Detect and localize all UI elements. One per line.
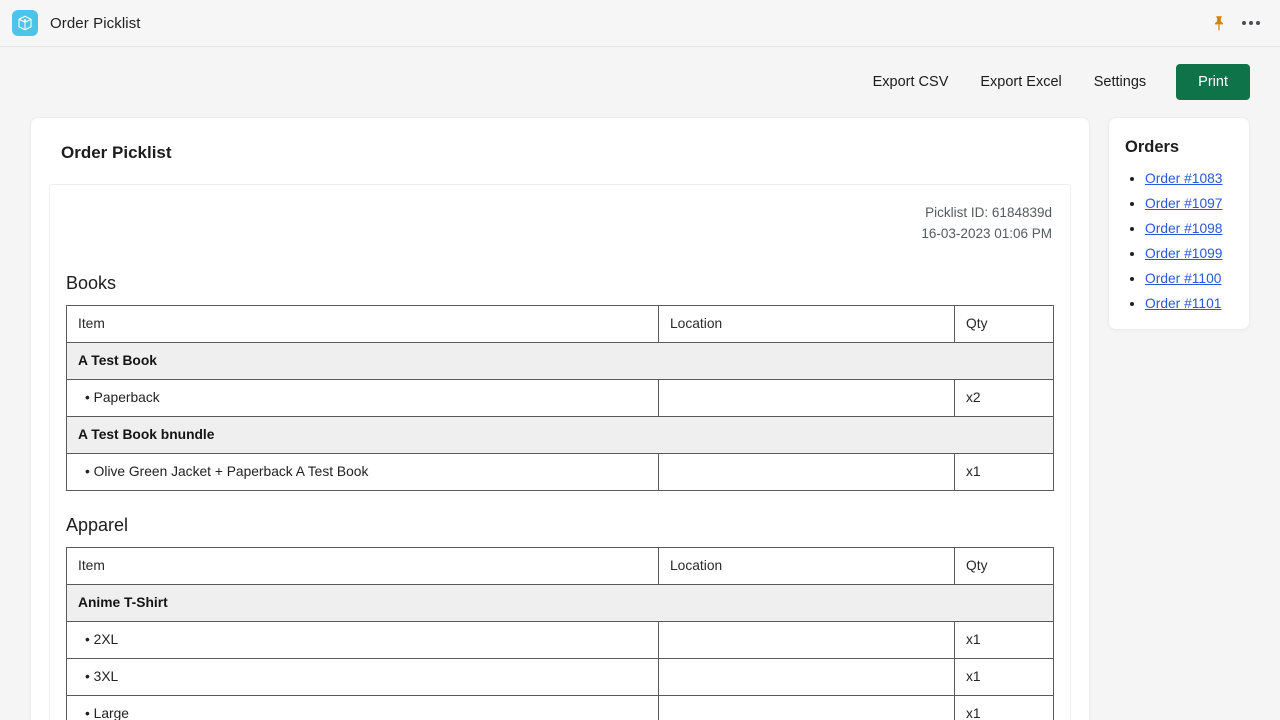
variant-qty: x1 <box>955 658 1054 695</box>
table-row: • Paperback x2 <box>67 379 1054 416</box>
more-options-icon[interactable] <box>1236 10 1266 36</box>
column-header-item: Item <box>67 305 659 342</box>
order-link[interactable]: Order #1099 <box>1145 246 1222 261</box>
list-item: Order #1101 <box>1145 296 1235 311</box>
orders-list: Order #1083 Order #1097 Order #1098 Order #… <box>1123 171 1235 311</box>
product-group-row: A Test Book bnundle <box>67 416 1054 453</box>
list-item: Order #1097 <box>1145 196 1235 211</box>
orders-panel: Orders Order #1083 Order #1097 Order #1098… <box>1108 117 1250 330</box>
variant-qty: x2 <box>955 379 1054 416</box>
variant-name: • Olive Green Jacket + Paperback A Test … <box>67 453 659 490</box>
export-csv-button[interactable]: Export CSV <box>857 66 965 98</box>
variant-location <box>659 379 955 416</box>
picklist-meta: Picklist ID: 6184839d 16-03-2023 01:06 P… <box>66 203 1054 245</box>
picklist-sections: BooksItemLocationQtyA Test Book• Paperba… <box>66 273 1054 720</box>
product-name: Anime T-Shirt <box>67 584 1054 621</box>
order-link[interactable]: Order #1097 <box>1145 196 1222 211</box>
page-title: Order Picklist <box>49 140 1071 163</box>
order-link[interactable]: Order #1101 <box>1145 296 1221 311</box>
page-content: Order Picklist Picklist ID: 6184839d 16-… <box>0 117 1280 720</box>
dot-1 <box>1242 21 1246 25</box>
dot-3 <box>1256 21 1260 25</box>
product-group-row: Anime T-Shirt <box>67 584 1054 621</box>
dot-2 <box>1249 21 1253 25</box>
title-bar: Order Picklist <box>0 0 1280 47</box>
picklist-panel: Picklist ID: 6184839d 16-03-2023 01:06 P… <box>49 184 1071 720</box>
table-row: • 2XL x1 <box>67 621 1054 658</box>
pin-icon[interactable] <box>1206 10 1232 36</box>
column-header-qty: Qty <box>955 305 1054 342</box>
orders-title: Orders <box>1123 138 1235 157</box>
column-header-location: Location <box>659 305 955 342</box>
list-item: Order #1083 <box>1145 171 1235 186</box>
product-name: A Test Book <box>67 342 1054 379</box>
app-title: Order Picklist <box>50 15 141 32</box>
section-title: Apparel <box>66 515 1054 536</box>
product-group-row: A Test Book <box>67 342 1054 379</box>
variant-name: • Large <box>67 695 659 720</box>
column-header-item: Item <box>67 547 659 584</box>
table-row: • Olive Green Jacket + Paperback A Test … <box>67 453 1054 490</box>
section-title: Books <box>66 273 1054 294</box>
export-excel-button[interactable]: Export Excel <box>964 66 1077 98</box>
variant-location <box>659 695 955 720</box>
table-row: • Large x1 <box>67 695 1054 720</box>
order-link[interactable]: Order #1100 <box>1145 271 1221 286</box>
picklist-table: ItemLocationQtyA Test Book• Paperback x2A… <box>66 305 1054 491</box>
variant-name: • 3XL <box>67 658 659 695</box>
variant-qty: x1 <box>955 621 1054 658</box>
variant-location <box>659 621 955 658</box>
settings-button[interactable]: Settings <box>1078 66 1162 98</box>
table-header-row: ItemLocationQty <box>67 305 1054 342</box>
order-link[interactable]: Order #1083 <box>1145 171 1222 186</box>
box-app-icon <box>12 10 38 36</box>
variant-qty: x1 <box>955 695 1054 720</box>
picklist-timestamp: 16-03-2023 01:06 PM <box>66 224 1052 245</box>
column-header-location: Location <box>659 547 955 584</box>
order-link[interactable]: Order #1098 <box>1145 221 1222 236</box>
variant-location <box>659 658 955 695</box>
list-item: Order #1098 <box>1145 221 1235 236</box>
list-item: Order #1100 <box>1145 271 1235 286</box>
picklist-table: ItemLocationQtyAnime T-Shirt• 2XLx1• 3XL… <box>66 547 1054 720</box>
product-name: A Test Book bnundle <box>67 416 1054 453</box>
variant-location <box>659 453 955 490</box>
action-toolbar: Export CSV Export Excel Settings Print <box>0 47 1280 117</box>
variant-qty: x1 <box>955 453 1054 490</box>
picklist-id: Picklist ID: 6184839d <box>66 203 1052 224</box>
variant-name: • 2XL <box>67 621 659 658</box>
column-header-qty: Qty <box>955 547 1054 584</box>
list-item: Order #1099 <box>1145 246 1235 261</box>
table-row: • 3XL x1 <box>67 658 1054 695</box>
variant-name: • Paperback <box>67 379 659 416</box>
print-button[interactable]: Print <box>1176 64 1250 100</box>
table-header-row: ItemLocationQty <box>67 547 1054 584</box>
picklist-card: Order Picklist Picklist ID: 6184839d 16-… <box>30 117 1090 720</box>
